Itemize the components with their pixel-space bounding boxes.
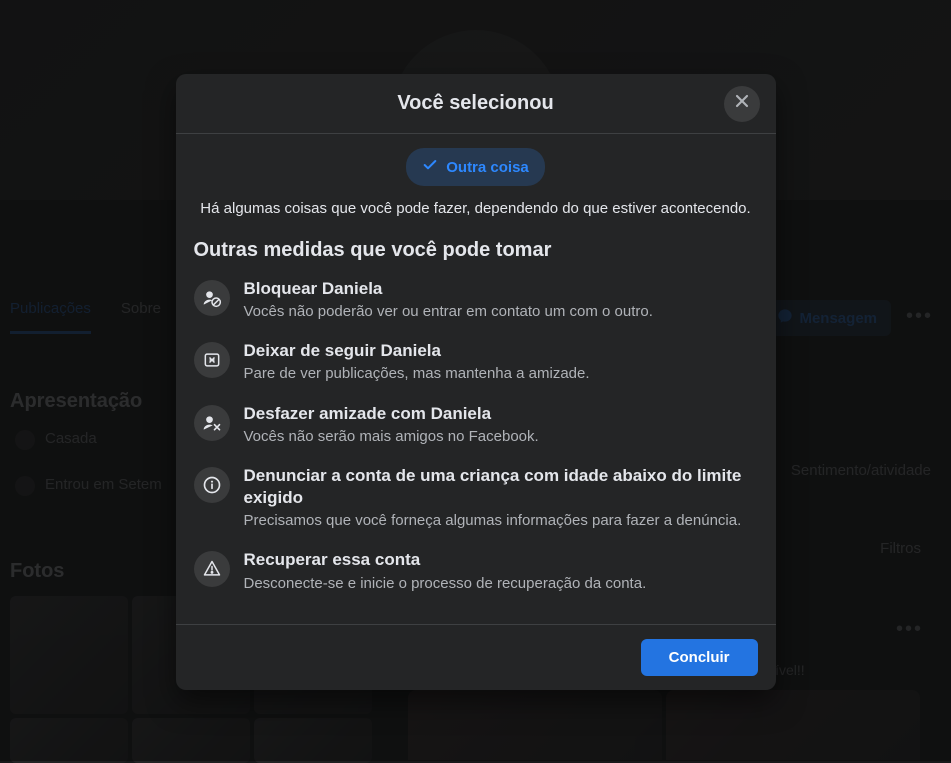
modal-header: Você selecionou: [176, 74, 776, 134]
intro-text: Há algumas coisas que você pode fazer, d…: [194, 200, 758, 217]
option-title: Recuperar essa conta: [244, 549, 758, 571]
option-desc: Pare de ver publicações, mas mantenha a …: [244, 364, 758, 384]
option-title: Denunciar a conta de uma criança com ida…: [244, 465, 758, 509]
close-button[interactable]: [724, 86, 760, 122]
warning-icon: [194, 551, 230, 587]
option-unfriend[interactable]: Desfazer amizade com Daniela Vocês não s…: [194, 397, 758, 459]
modal-footer: Concluir: [176, 624, 776, 690]
check-icon: [422, 157, 438, 177]
option-desc: Precisamos que você forneça algumas info…: [244, 511, 758, 531]
option-title: Desfazer amizade com Daniela: [244, 403, 758, 425]
close-icon: [732, 91, 752, 116]
block-user-icon: [194, 280, 230, 316]
report-modal: Você selecionou Outra coisa Há algumas c…: [176, 74, 776, 690]
option-desc: Vocês não poderão ver ou entrar em conta…: [244, 302, 758, 322]
selected-reason-pill[interactable]: Outra coisa: [406, 148, 545, 186]
option-block[interactable]: Bloquear Daniela Vocês não poderão ver o…: [194, 272, 758, 334]
done-button[interactable]: Concluir: [641, 639, 758, 676]
pill-label: Outra coisa: [446, 159, 529, 176]
option-recover-account[interactable]: Recuperar essa conta Desconecte-se e ini…: [194, 543, 758, 605]
modal-body: Outra coisa Há algumas coisas que você p…: [176, 134, 776, 624]
unfollow-icon: [194, 342, 230, 378]
option-desc: Desconecte-se e inicie o processo de rec…: [244, 574, 758, 594]
option-title: Bloquear Daniela: [244, 278, 758, 300]
option-report-underage[interactable]: Denunciar a conta de uma criança com ida…: [194, 459, 758, 543]
unfriend-icon: [194, 405, 230, 441]
section-heading: Outras medidas que você pode tomar: [194, 239, 758, 262]
info-icon: [194, 467, 230, 503]
option-title: Deixar de seguir Daniela: [244, 340, 758, 362]
option-unfollow[interactable]: Deixar de seguir Daniela Pare de ver pub…: [194, 334, 758, 396]
modal-title: Você selecionou: [236, 92, 716, 115]
option-desc: Vocês não serão mais amigos no Facebook.: [244, 427, 758, 447]
